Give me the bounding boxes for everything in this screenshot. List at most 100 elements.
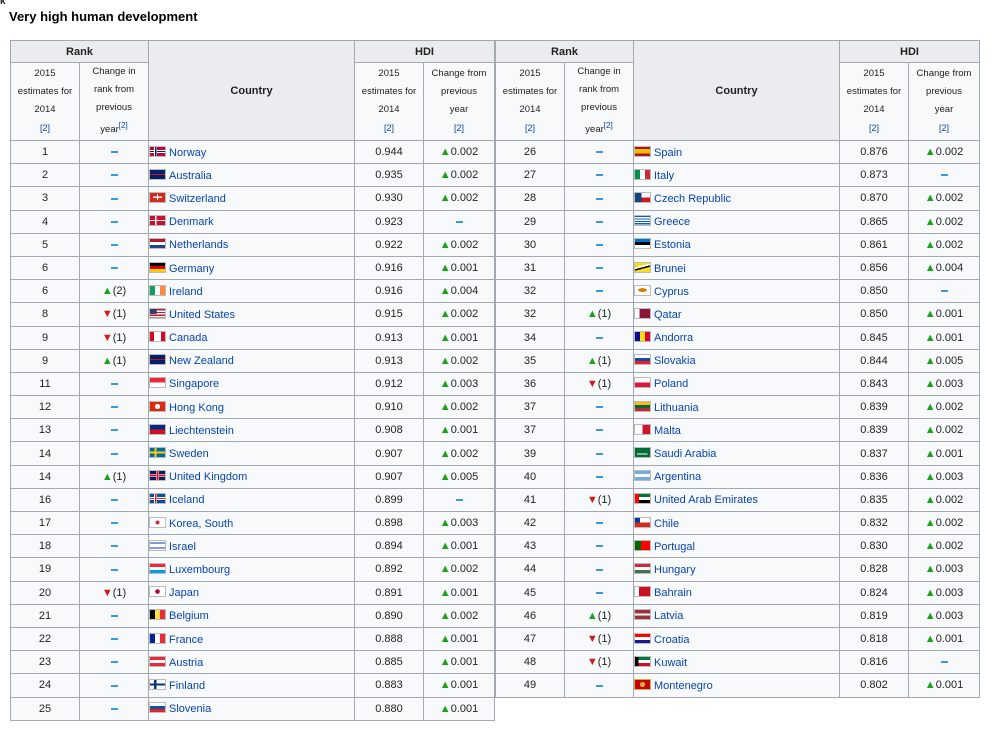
andorra-flag-icon[interactable] — [634, 331, 651, 343]
change-in-rank-header[interactable]: Change in rank from previous year[2] — [564, 62, 634, 141]
reference-link[interactable]: [2] — [869, 123, 879, 133]
country-link[interactable]: United States — [169, 309, 235, 321]
country-link[interactable]: Austria — [169, 657, 203, 669]
country-link[interactable]: Denmark — [169, 216, 214, 228]
country-link[interactable]: Slovakia — [654, 355, 696, 367]
lithuania-flag-icon[interactable] — [634, 400, 651, 412]
montenegro-flag-icon[interactable] — [634, 678, 651, 690]
change-in-hdi-header[interactable]: Change from previous year [2] — [907, 62, 981, 141]
estimates-header[interactable]: 2015 estimates for 2014 [2] — [10, 62, 80, 141]
country-link[interactable]: Hong Kong — [169, 402, 224, 414]
japan-flag-icon[interactable] — [149, 586, 166, 598]
france-flag-icon[interactable] — [149, 632, 166, 644]
country-link[interactable]: France — [169, 634, 203, 646]
country-link[interactable]: Bahrain — [654, 587, 692, 599]
united-states-flag-icon[interactable] — [149, 307, 166, 319]
country-link[interactable]: Spain — [654, 147, 682, 159]
netherlands-flag-icon[interactable] — [149, 238, 166, 250]
greece-flag-icon[interactable] — [634, 215, 651, 227]
country-link[interactable]: Saudi Arabia — [654, 448, 716, 460]
bahrain-flag-icon[interactable] — [634, 586, 651, 598]
italy-flag-icon[interactable] — [634, 168, 651, 180]
luxembourg-flag-icon[interactable] — [149, 562, 166, 574]
australia-flag-icon[interactable] — [149, 168, 166, 180]
poland-flag-icon[interactable] — [634, 377, 651, 389]
country-link[interactable]: Lithuania — [654, 402, 699, 414]
estimates-header[interactable]: 2015 estimates for 2014 [2] — [839, 62, 909, 141]
hong-kong-flag-icon[interactable] — [149, 400, 166, 412]
kuwait-flag-icon[interactable] — [634, 655, 651, 667]
country-link[interactable]: Poland — [654, 378, 688, 390]
country-link[interactable]: Germany — [169, 263, 214, 275]
croatia-flag-icon[interactable] — [634, 632, 651, 644]
country-link[interactable]: Czech Republic — [654, 193, 731, 205]
portugal-flag-icon[interactable] — [634, 539, 651, 551]
iceland-flag-icon[interactable] — [149, 493, 166, 505]
qatar-flag-icon[interactable] — [634, 307, 651, 319]
estimates-header[interactable]: 2015 estimates for 2014 [2] — [495, 62, 565, 141]
country-link[interactable]: Belgium — [169, 610, 209, 622]
country-link[interactable]: Singapore — [169, 378, 219, 390]
country-link[interactable]: Israel — [169, 541, 196, 553]
brunei-flag-icon[interactable] — [634, 261, 651, 273]
reference-link[interactable]: [2] — [384, 123, 394, 133]
country-link[interactable]: Liechtenstein — [169, 425, 234, 437]
new-zealand-flag-icon[interactable] — [149, 354, 166, 366]
country-link[interactable]: Slovenia — [169, 703, 211, 715]
ireland-flag-icon[interactable] — [149, 284, 166, 296]
switzerland-flag-icon[interactable] — [149, 191, 166, 203]
reference-link[interactable]: [2] — [525, 123, 535, 133]
reference-link[interactable]: [2] — [939, 123, 949, 133]
country-link[interactable]: Greece — [654, 216, 690, 228]
slovakia-flag-icon[interactable] — [634, 354, 651, 366]
country-link[interactable]: Latvia — [654, 610, 683, 622]
slovenia-flag-icon[interactable] — [149, 702, 166, 714]
country-link[interactable]: Estonia — [654, 239, 691, 251]
reference-link[interactable]: [2] — [454, 123, 464, 133]
country-link[interactable]: Croatia — [654, 634, 689, 646]
country-link[interactable]: Italy — [654, 170, 674, 182]
united-arab-emirates-flag-icon[interactable] — [634, 493, 651, 505]
reference-link[interactable]: [2] — [40, 123, 50, 133]
austria-flag-icon[interactable] — [149, 655, 166, 667]
spain-flag-icon[interactable] — [634, 145, 651, 157]
country-link[interactable]: Kuwait — [654, 657, 687, 669]
country-link[interactable]: United Arab Emirates — [654, 494, 758, 506]
country-link[interactable]: Korea, South — [169, 518, 233, 530]
country-link[interactable]: Ireland — [169, 286, 203, 298]
country-link[interactable]: Australia — [169, 170, 212, 182]
country-link[interactable]: Andorra — [654, 332, 693, 344]
country-link[interactable]: New Zealand — [169, 355, 234, 367]
denmark-flag-icon[interactable] — [149, 215, 166, 227]
country-link[interactable]: United Kingdom — [169, 471, 247, 483]
estonia-flag-icon[interactable] — [634, 238, 651, 250]
country-link[interactable]: Montenegro — [654, 680, 713, 692]
country-link[interactable]: Cyprus — [654, 286, 689, 298]
country-header[interactable]: Country — [148, 40, 355, 141]
country-link[interactable]: Portugal — [654, 541, 695, 553]
country-link[interactable]: Hungary — [654, 564, 696, 576]
norway-flag-icon[interactable] — [149, 145, 166, 157]
country-header[interactable]: Country — [633, 40, 840, 141]
argentina-flag-icon[interactable] — [634, 470, 651, 482]
country-link[interactable]: Malta — [654, 425, 681, 437]
estimates-header[interactable]: 2015 estimates for 2014 [2] — [354, 62, 424, 141]
cyprus-flag-icon[interactable] — [634, 284, 651, 296]
country-link[interactable]: Qatar — [654, 309, 682, 321]
country-link[interactable]: Netherlands — [169, 239, 228, 251]
country-link[interactable]: Luxembourg — [169, 564, 230, 576]
south-korea-flag-icon[interactable] — [149, 516, 166, 528]
reference-link[interactable]: [2] — [604, 121, 613, 130]
finland-flag-icon[interactable] — [149, 678, 166, 690]
liechtenstein-flag-icon[interactable] — [149, 423, 166, 435]
latvia-flag-icon[interactable] — [634, 609, 651, 621]
country-link[interactable]: Finland — [169, 680, 205, 692]
country-link[interactable]: Canada — [169, 332, 208, 344]
malta-flag-icon[interactable] — [634, 423, 651, 435]
country-link[interactable]: Sweden — [169, 448, 209, 460]
country-link[interactable]: Argentina — [654, 471, 701, 483]
change-in-rank-header[interactable]: Change in rank from previous year[2] — [79, 62, 149, 141]
canada-flag-icon[interactable] — [149, 331, 166, 343]
chile-flag-icon[interactable] — [634, 516, 651, 528]
country-link[interactable]: Iceland — [169, 494, 204, 506]
